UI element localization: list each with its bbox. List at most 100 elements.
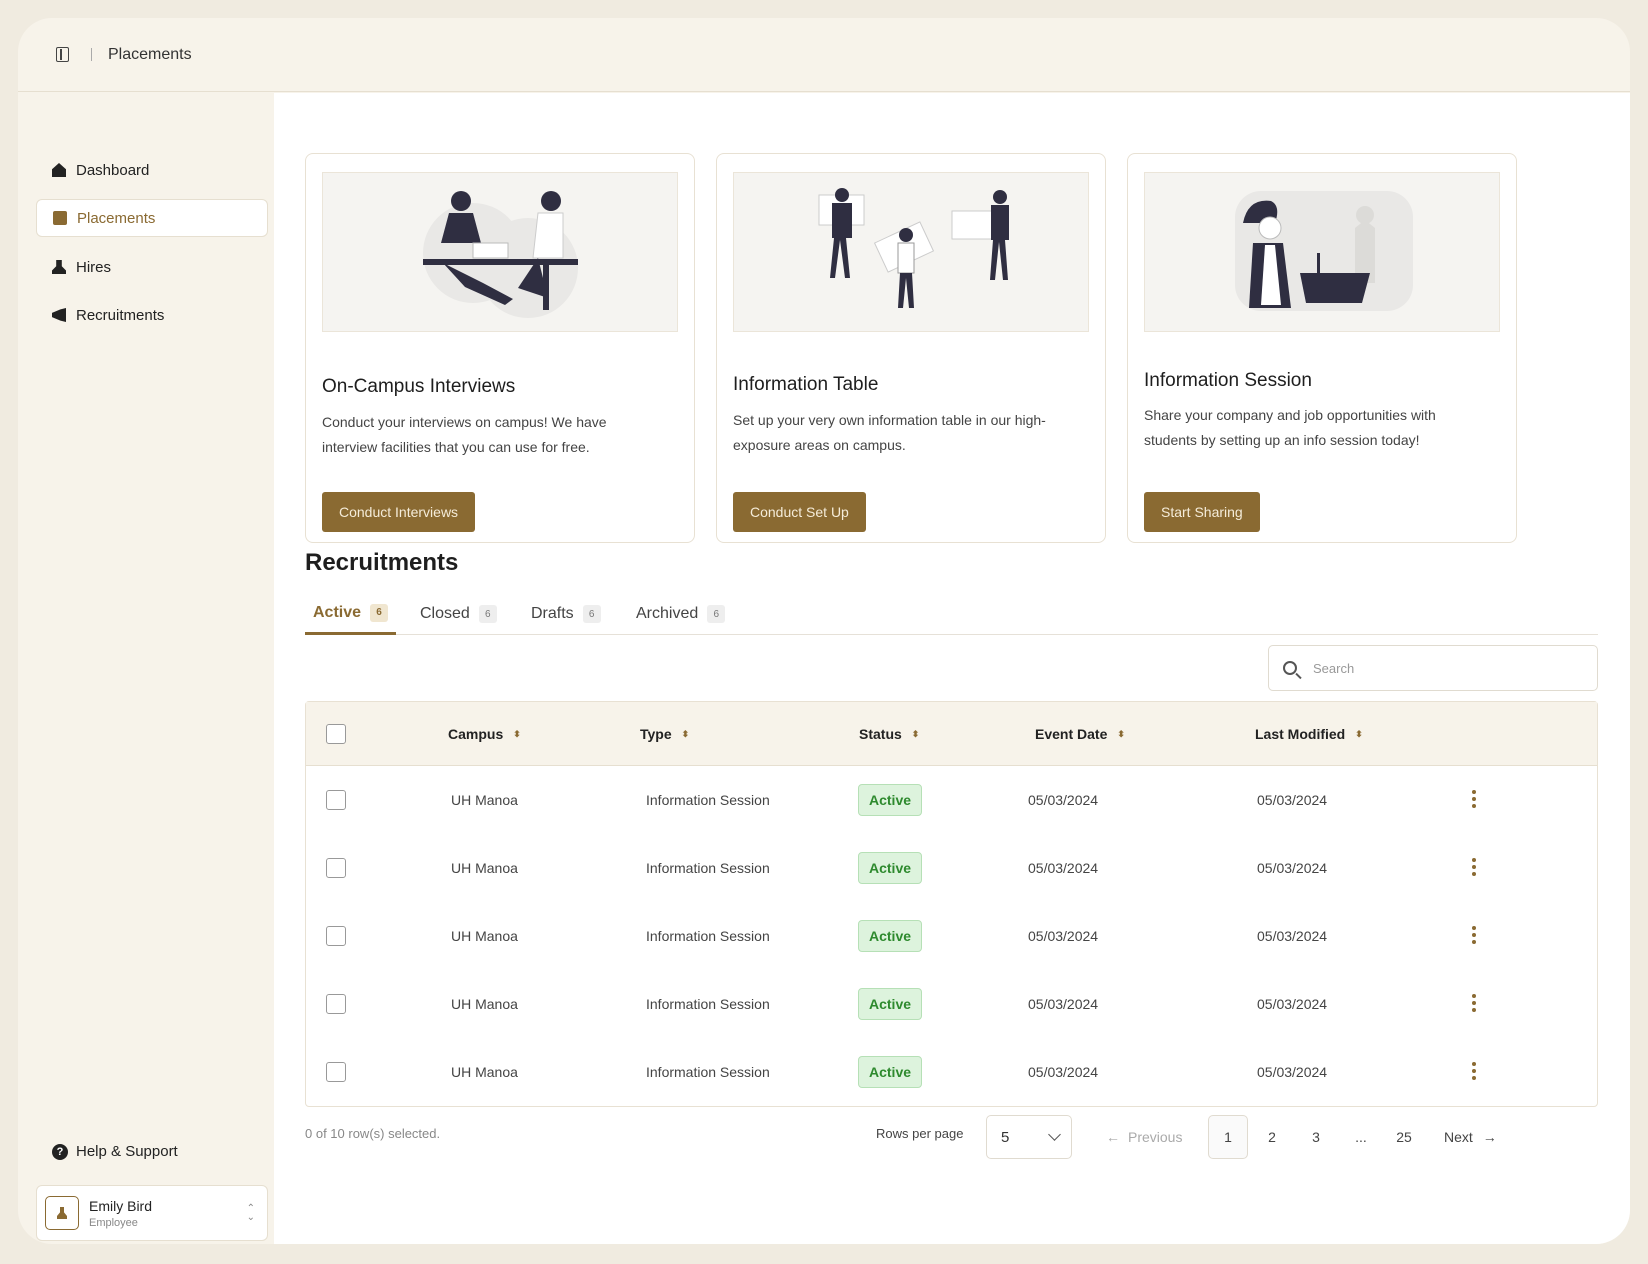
sidebar-item-label: Recruitments xyxy=(76,306,165,324)
cell-status: Active xyxy=(858,1038,923,1106)
column-header-status[interactable]: Status ⬍ xyxy=(859,702,919,766)
section-title: Recruitments xyxy=(305,549,459,576)
home-icon xyxy=(52,163,66,177)
pagination-ellipsis: ... xyxy=(1355,1129,1367,1145)
avatar xyxy=(45,1196,79,1230)
briefcase-icon xyxy=(53,211,67,225)
table-row[interactable]: UH Manoa Information Session Active 05/0… xyxy=(306,970,1597,1038)
more-options-icon[interactable] xyxy=(1472,1062,1476,1082)
tab-label: Archived xyxy=(636,605,699,622)
sort-icon: ⬍ xyxy=(1355,728,1363,739)
column-label: Status xyxy=(859,726,902,742)
sidebar-item-hires[interactable]: Hires xyxy=(36,248,268,286)
information-table-illustration xyxy=(733,172,1089,332)
cell-event-date: 05/03/2024 xyxy=(1028,928,1099,944)
cell-last-modified: 05/03/2024 xyxy=(1257,860,1328,876)
pagination-page-2[interactable]: 2 xyxy=(1266,1115,1278,1159)
row-checkbox[interactable] xyxy=(326,790,346,810)
more-options-icon[interactable] xyxy=(1472,926,1476,946)
cell-campus: UH Manoa xyxy=(451,860,518,876)
tab-archived[interactable]: Archived 6 xyxy=(636,593,726,635)
sidebar-item-label: Dashboard xyxy=(76,161,150,179)
help-label: Help & Support xyxy=(76,1143,178,1160)
row-checkbox[interactable] xyxy=(326,1062,346,1082)
cell-status: Active xyxy=(858,834,923,902)
select-all-checkbox[interactable] xyxy=(326,724,346,744)
card-on-campus-interviews: On-Campus Interviews Conduct your interv… xyxy=(305,153,695,543)
search-icon xyxy=(1283,661,1297,675)
start-sharing-button[interactable]: Start Sharing xyxy=(1144,492,1260,532)
cell-type: Information Session xyxy=(646,928,770,944)
cell-last-modified: 05/03/2024 xyxy=(1257,1064,1328,1080)
more-options-icon[interactable] xyxy=(1472,858,1476,878)
tab-active[interactable]: Active 6 xyxy=(305,593,397,635)
card-title: Information Session xyxy=(1144,370,1312,391)
information-session-illustration xyxy=(1144,172,1500,332)
more-options-icon[interactable] xyxy=(1472,994,1476,1014)
help-icon: ? xyxy=(52,1143,68,1160)
user-icon xyxy=(52,260,66,274)
rows-per-page-value: 5 xyxy=(1001,1128,1010,1146)
sidebar-item-placements[interactable]: Placements xyxy=(36,199,268,237)
card-information-table: Information Table Set up your very own i… xyxy=(716,153,1106,543)
selection-status: 0 of 10 row(s) selected. xyxy=(305,1126,441,1141)
conduct-set-up-button[interactable]: Conduct Set Up xyxy=(733,492,866,532)
conduct-interviews-button[interactable]: Conduct Interviews xyxy=(322,492,476,532)
sidebar-item-label: Hires xyxy=(76,258,112,276)
tab-drafts[interactable]: Drafts 6 xyxy=(531,593,601,635)
pagination-page-3[interactable]: 3 xyxy=(1310,1115,1322,1159)
column-header-last-modified[interactable]: Last Modified ⬍ xyxy=(1255,702,1363,766)
row-checkbox[interactable] xyxy=(326,858,346,878)
column-header-event-date[interactable]: Event Date ⬍ xyxy=(1035,702,1125,766)
more-options-icon[interactable] xyxy=(1472,790,1476,810)
row-checkbox[interactable] xyxy=(326,994,346,1014)
cell-type: Information Session xyxy=(646,1064,770,1080)
sidebar-item-recruitments[interactable]: Recruitments xyxy=(36,296,268,334)
recruitments-table: Campus ⬍ Type ⬍ Status ⬍ Event Date ⬍ Last M… xyxy=(305,701,1598,1107)
table-row[interactable]: UH Manoa Information Session Active 05/0… xyxy=(306,766,1597,834)
user-profile-switcher[interactable]: Emily Bird Employee ⌃ ⌄ xyxy=(36,1185,268,1241)
status-badge: Active xyxy=(858,1056,923,1088)
column-label: Campus xyxy=(448,726,504,742)
arrow-left-icon: ← xyxy=(1106,1129,1120,1145)
top-bar: Placements xyxy=(18,18,1630,92)
table-row[interactable]: UH Manoa Information Session Active 05/0… xyxy=(306,834,1597,902)
column-label: Type xyxy=(640,726,672,742)
breadcrumb: Placements xyxy=(108,45,192,63)
cell-status: Active xyxy=(858,766,923,834)
tab-closed[interactable]: Closed 6 xyxy=(420,593,497,635)
rows-per-page-select[interactable]: 5 xyxy=(986,1115,1072,1159)
table-row[interactable]: UH Manoa Information Session Active 05/0… xyxy=(306,1038,1597,1106)
search-input[interactable] xyxy=(1313,660,1553,676)
cell-last-modified: 05/03/2024 xyxy=(1257,792,1328,808)
status-badge: Active xyxy=(858,920,923,952)
search-box xyxy=(1268,645,1598,691)
chevron-up-down-icon: ⌃ ⌄ xyxy=(246,1203,255,1223)
column-header-type[interactable]: Type ⬍ xyxy=(640,702,689,766)
breadcrumb-separator xyxy=(91,48,92,61)
table-row[interactable]: UH Manoa Information Session Active 05/0… xyxy=(306,902,1597,970)
help-support-link[interactable]: ? Help & Support xyxy=(52,1143,178,1160)
card-title: On-Campus Interviews xyxy=(322,376,516,397)
pagination-page-1[interactable]: 1 xyxy=(1208,1115,1248,1159)
pagination-next[interactable]: Next → xyxy=(1444,1115,1497,1159)
cell-type: Information Session xyxy=(646,860,770,876)
sidebar-toggle-icon[interactable] xyxy=(56,47,69,62)
next-label: Next xyxy=(1444,1129,1473,1145)
sidebar-item-dashboard[interactable]: Dashboard xyxy=(36,151,268,189)
main-content: On-Campus Interviews Conduct your interv… xyxy=(274,93,1630,1244)
pagination-page-25[interactable]: 25 xyxy=(1394,1115,1414,1159)
sidebar: Dashboard Placements Hires Recruitments … xyxy=(18,93,288,1244)
arrow-right-icon: → xyxy=(1482,1129,1497,1145)
column-label: Event Date xyxy=(1035,726,1108,742)
sort-icon: ⬍ xyxy=(513,728,521,739)
user-name: Emily Bird xyxy=(89,1197,153,1214)
cell-status: Active xyxy=(858,902,923,970)
cell-campus: UH Manoa xyxy=(451,996,518,1012)
column-header-campus[interactable]: Campus ⬍ xyxy=(448,702,521,766)
card-information-session: Information Session Share your company a… xyxy=(1127,153,1517,543)
pagination-previous[interactable]: ← Previous xyxy=(1106,1115,1182,1159)
cell-last-modified: 05/03/2024 xyxy=(1257,996,1328,1012)
cell-event-date: 05/03/2024 xyxy=(1028,1064,1099,1080)
row-checkbox[interactable] xyxy=(326,926,346,946)
